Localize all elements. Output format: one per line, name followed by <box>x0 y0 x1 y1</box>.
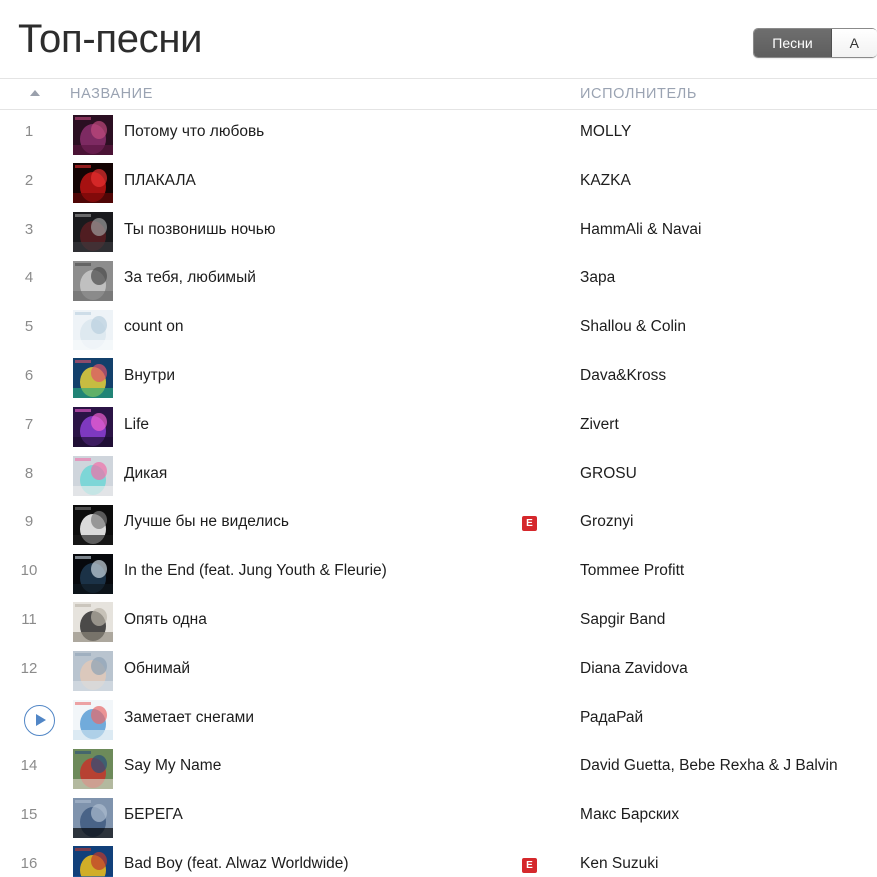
song-title[interactable]: ПЛАКАЛА <box>124 172 196 190</box>
row-index: 9 <box>24 513 34 531</box>
table-row[interactable]: 6 Внутри Dava&Kross <box>0 354 877 403</box>
song-list: 1 Потому что любовь MOLLY 2 ПЛАКАЛА KAZKA 3 Ты … <box>0 110 877 877</box>
album-art-thumbnail <box>73 260 113 301</box>
table-row[interactable]: 12 Обнимай Diana Zavidova <box>0 647 877 696</box>
song-artist[interactable]: Макс Барских <box>580 806 679 824</box>
song-artist[interactable]: Groznyi <box>580 513 633 531</box>
table-row[interactable]: 10 In the End (feat. Jung Youth & Fleurie… <box>0 549 877 598</box>
row-index: 10 <box>20 562 38 580</box>
column-header-row: НАЗВАНИЕ ИСПОЛНИТЕЛЬ <box>0 78 877 110</box>
song-title[interactable]: Ты позвонишь ночью <box>124 221 276 239</box>
song-title[interactable]: Say My Name <box>124 757 221 775</box>
page-header: Топ-песни Песни А <box>0 0 877 78</box>
row-index: 5 <box>24 318 34 336</box>
table-row[interactable]: 3 Ты позвонишь ночью HammAli & Navai <box>0 208 877 257</box>
album-art-thumbnail <box>73 651 113 692</box>
album-art-thumbnail <box>73 212 113 253</box>
table-row[interactable]: 8 Дикая GROSU <box>0 452 877 501</box>
album-art-thumbnail <box>73 700 113 741</box>
song-title[interactable]: Лучше бы не виделись <box>124 513 289 531</box>
album-art-thumbnail <box>73 163 113 204</box>
row-index: 15 <box>20 806 38 824</box>
row-index: 11 <box>21 610 37 628</box>
album-art-thumbnail <box>73 358 113 399</box>
column-header-title[interactable]: НАЗВАНИЕ <box>70 86 153 102</box>
row-index: 16 <box>20 854 38 872</box>
page-title: Топ-песни <box>18 17 203 61</box>
explicit-badge: E <box>522 857 537 873</box>
album-art-thumbnail <box>73 846 113 877</box>
row-index: 1 <box>24 123 34 140</box>
table-row[interactable]: 5 count on Shallou & Colin <box>0 305 877 354</box>
song-title[interactable]: Обнимай <box>124 660 190 678</box>
table-row[interactable]: 15 БЕРЕГА Макс Барских <box>0 793 877 842</box>
song-artist[interactable]: Dava&Kross <box>580 367 666 385</box>
song-artist[interactable]: РадаРай <box>580 709 643 727</box>
song-artist[interactable]: Diana Zavidova <box>580 660 688 678</box>
top-songs-page: Топ-песни Песни А НАЗВАНИЕ ИСПОЛНИТЕЛЬ 1… <box>0 0 877 877</box>
row-index: 4 <box>24 269 34 287</box>
row-index: 14 <box>20 757 38 775</box>
segment-songs[interactable]: Песни <box>754 29 832 57</box>
album-art-thumbnail <box>73 602 113 643</box>
row-index: 7 <box>24 415 34 433</box>
song-title[interactable]: Опять одна <box>124 611 207 629</box>
song-artist[interactable]: Zivert <box>580 416 619 434</box>
song-artist[interactable]: KAZKA <box>580 172 631 190</box>
explicit-badge: E <box>522 516 537 532</box>
song-title[interactable]: БЕРЕГА <box>124 806 183 824</box>
song-artist[interactable]: MOLLY <box>580 123 631 141</box>
table-row[interactable]: Заметает снегами РадаРай <box>0 696 877 745</box>
song-artist[interactable]: Зара <box>580 269 615 287</box>
song-artist[interactable]: David Guetta, Bebe Rexha & J Balvin <box>580 757 838 775</box>
table-row[interactable]: 2 ПЛАКАЛА KAZKA <box>0 159 877 208</box>
table-row[interactable]: 9 Лучше бы не виделись E Groznyi <box>0 500 877 549</box>
play-icon[interactable] <box>24 704 55 736</box>
album-art-thumbnail <box>73 456 113 497</box>
album-art-thumbnail <box>73 797 113 838</box>
song-title[interactable]: Дикая <box>124 465 167 483</box>
song-title[interactable]: За тебя, любимый <box>124 269 256 287</box>
song-title[interactable]: Потому что любовь <box>124 123 264 141</box>
song-title[interactable]: Заметает снегами <box>124 709 254 727</box>
sort-ascending-triangle-icon[interactable] <box>30 90 40 96</box>
table-row[interactable]: 11 Опять одна Sapgir Band <box>0 598 877 647</box>
album-art-thumbnail <box>73 114 113 155</box>
table-row[interactable]: 7 Life Zivert <box>0 403 877 452</box>
table-row[interactable]: 4 За тебя, любимый Зара <box>0 256 877 305</box>
table-row[interactable]: 14 Say My Name David Guetta, Bebe Rexha & … <box>0 744 877 793</box>
song-artist[interactable]: Tommee Profitt <box>580 562 684 580</box>
song-title[interactable]: Внутри <box>124 367 175 385</box>
song-artist[interactable]: Shallou & Colin <box>580 318 686 336</box>
song-artist[interactable]: Ken Suzuki <box>580 855 658 873</box>
song-title[interactable]: In the End (feat. Jung Youth & Fleurie) <box>124 562 387 580</box>
album-art-thumbnail <box>73 553 113 594</box>
table-row[interactable]: 1 Потому что любовь MOLLY <box>0 110 877 159</box>
song-artist[interactable]: HammAli & Navai <box>580 221 701 239</box>
row-index: 12 <box>20 659 38 677</box>
segment-albums[interactable]: А <box>831 29 877 57</box>
song-title[interactable]: count on <box>124 318 183 336</box>
song-artist[interactable]: Sapgir Band <box>580 611 665 629</box>
album-art-thumbnail <box>73 407 113 448</box>
row-index: 6 <box>24 366 34 384</box>
album-art-thumbnail <box>73 748 113 789</box>
song-artist[interactable]: GROSU <box>580 465 637 483</box>
song-title[interactable]: Life <box>124 416 149 434</box>
row-index: 8 <box>24 464 34 482</box>
column-header-artist[interactable]: ИСПОЛНИТЕЛЬ <box>580 86 697 102</box>
song-title[interactable]: Bad Boy (feat. Alwaz Worldwide) <box>124 855 349 873</box>
row-index: 2 <box>24 171 34 189</box>
album-art-thumbnail <box>73 504 113 545</box>
table-row[interactable]: 16 Bad Boy (feat. Alwaz Worldwide) E Ken Su… <box>0 842 877 877</box>
row-index: 3 <box>24 220 34 238</box>
album-art-thumbnail <box>73 309 113 350</box>
view-mode-segmented-control[interactable]: Песни А <box>753 28 877 58</box>
